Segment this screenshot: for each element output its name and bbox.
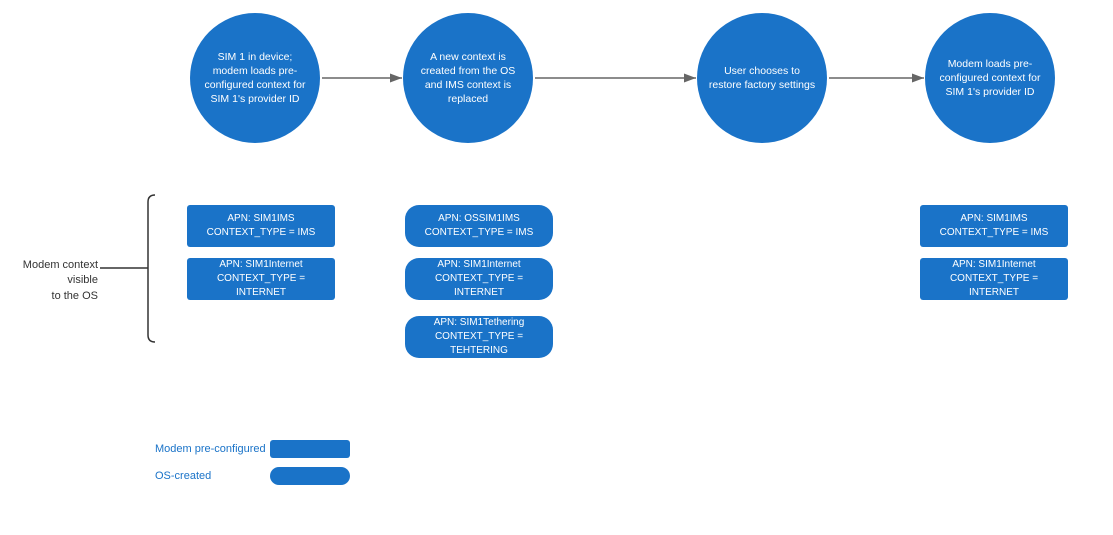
ctx-box-1b: APN: SIM1InternetCONTEXT_TYPE = INTERNET — [187, 258, 335, 300]
bracket — [148, 195, 155, 342]
legend-os-created-box — [270, 467, 350, 485]
ctx-box-2c: APN: SIM1TetheringCONTEXT_TYPE = TEHTERI… — [405, 316, 553, 358]
ctx-box-2a-text: APN: OSSIM1IMSCONTEXT_TYPE = IMS — [425, 212, 534, 240]
modem-context-label: Modem context visible to the OS — [8, 258, 98, 304]
ctx-box-4a: APN: SIM1IMSCONTEXT_TYPE = IMS — [920, 205, 1068, 247]
circle-step1: SIM 1 in device; modem loads pre-configu… — [190, 13, 320, 143]
legend-modem-pre-box — [270, 440, 350, 458]
modem-label-line1: Modem context visible — [23, 259, 98, 286]
ctx-box-1a-text: APN: SIM1IMSCONTEXT_TYPE = IMS — [207, 212, 316, 240]
legend-os-created-text: OS-created — [155, 470, 211, 482]
ctx-box-2b-text: APN: SIM1InternetCONTEXT_TYPE = INTERNET — [413, 258, 545, 300]
ctx-box-1b-text: APN: SIM1InternetCONTEXT_TYPE = INTERNET — [195, 258, 327, 300]
modem-label-line2: to the OS — [52, 290, 98, 302]
ctx-box-1a: APN: SIM1IMSCONTEXT_TYPE = IMS — [187, 205, 335, 247]
ctx-box-2c-text: APN: SIM1TetheringCONTEXT_TYPE = TEHTERI… — [413, 316, 545, 358]
ctx-box-2a: APN: OSSIM1IMSCONTEXT_TYPE = IMS — [405, 205, 553, 247]
diagram-container: SIM 1 in device; modem loads pre-configu… — [0, 0, 1113, 535]
circle-step4: Modem loads pre-configured context for S… — [925, 13, 1055, 143]
circle2-text: A new context is created from the OS and… — [413, 50, 523, 107]
circle3-text: User chooses to restore factory settings — [707, 64, 817, 92]
ctx-box-4b: APN: SIM1InternetCONTEXT_TYPE = INTERNET — [920, 258, 1068, 300]
circle1-text: SIM 1 in device; modem loads pre-configu… — [200, 50, 310, 107]
circle4-text: Modem loads pre-configured context for S… — [935, 57, 1045, 100]
circle-step3: User chooses to restore factory settings — [697, 13, 827, 143]
ctx-box-2b: APN: SIM1InternetCONTEXT_TYPE = INTERNET — [405, 258, 553, 300]
legend-modem-pre-text: Modem pre-configured — [155, 443, 266, 455]
legend-modem-pre-label: Modem pre-configured — [155, 443, 266, 455]
legend-os-created-label: OS-created — [155, 470, 211, 482]
circle-step2: A new context is created from the OS and… — [403, 13, 533, 143]
ctx-box-4b-text: APN: SIM1InternetCONTEXT_TYPE = INTERNET — [928, 258, 1060, 300]
ctx-box-4a-text: APN: SIM1IMSCONTEXT_TYPE = IMS — [940, 212, 1049, 240]
